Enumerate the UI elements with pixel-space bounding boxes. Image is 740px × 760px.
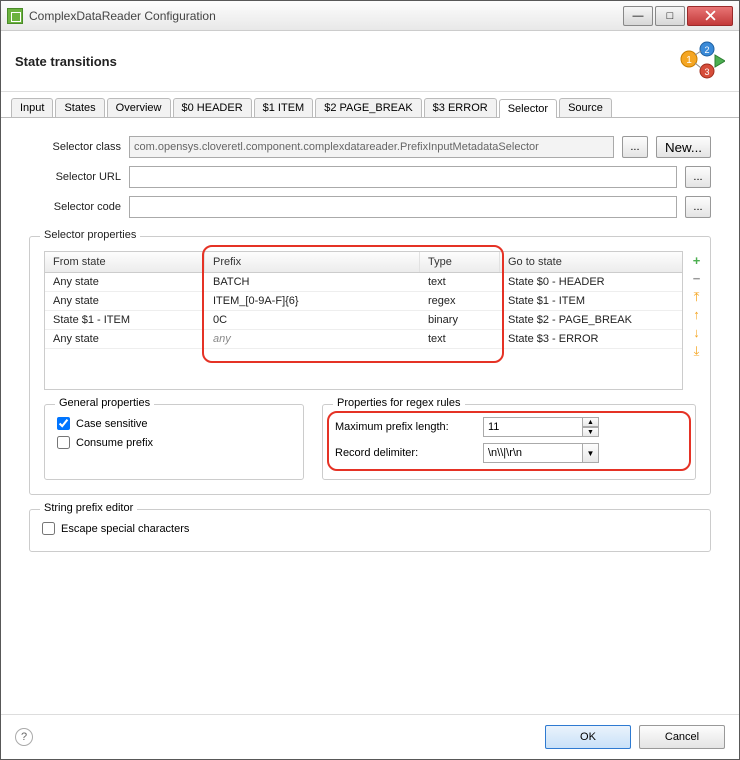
tab-3-error[interactable]: $3 ERROR [424, 98, 497, 117]
window-title: ComplexDataReader Configuration [29, 9, 621, 23]
table-side-toolbar: + − ⤒ ↑ ↓ ⤓ [689, 251, 704, 390]
col-goto-state[interactable]: Go to state [500, 252, 682, 272]
move-up-icon[interactable]: ↑ [689, 307, 704, 322]
cancel-button[interactable]: Cancel [639, 725, 725, 749]
header: State transitions 1 2 3 [1, 31, 739, 92]
general-properties-title: General properties [55, 397, 154, 409]
tab-source[interactable]: Source [559, 98, 612, 117]
minimize-button[interactable]: — [623, 6, 653, 26]
selector-properties-group: Selector properties From state Prefix Ty… [29, 236, 711, 495]
selector-class-browse-button[interactable]: ... [622, 136, 648, 158]
string-prefix-editor-title: String prefix editor [40, 502, 137, 514]
table-row[interactable]: Any state ITEM_[0-9A-F]{6} regex State $… [45, 292, 682, 311]
max-prefix-length-label: Maximum prefix length: [335, 421, 475, 433]
tabstrip: Input States Overview $0 HEADER $1 ITEM … [1, 92, 739, 118]
selector-properties-title: Selector properties [40, 229, 140, 241]
svg-text:2: 2 [704, 45, 709, 55]
window-buttons: — □ [621, 6, 733, 26]
svg-text:3: 3 [704, 67, 709, 77]
maximize-button[interactable]: □ [655, 6, 685, 26]
remove-row-icon[interactable]: − [689, 271, 704, 286]
help-button[interactable]: ? [15, 728, 33, 746]
consume-prefix-input[interactable] [57, 436, 70, 449]
record-delimiter-dropdown-icon[interactable]: ▼ [583, 443, 599, 463]
footer: ? OK Cancel [1, 714, 739, 759]
record-delimiter-label: Record delimiter: [335, 447, 475, 459]
col-prefix[interactable]: Prefix [205, 252, 420, 272]
table-row[interactable]: State $1 - ITEM 0C binary State $2 - PAG… [45, 311, 682, 330]
selector-code-input[interactable] [129, 196, 677, 218]
svg-text:1: 1 [686, 55, 692, 66]
tab-selector[interactable]: Selector [499, 99, 557, 118]
spinner-up-icon[interactable]: ▲ [583, 417, 599, 427]
spinner-down-icon[interactable]: ▼ [583, 427, 599, 437]
table-row[interactable]: Any state BATCH text State $0 - HEADER [45, 273, 682, 292]
close-button[interactable] [687, 6, 733, 26]
page-title: State transitions [15, 54, 117, 69]
tab-1-item[interactable]: $1 ITEM [254, 98, 314, 117]
titlebar: ComplexDataReader Configuration — □ [1, 1, 739, 31]
tab-2-page-break[interactable]: $2 PAGE_BREAK [315, 98, 421, 117]
general-properties-group: General properties Case sensitive Consum… [44, 404, 304, 480]
move-down-icon[interactable]: ↓ [689, 325, 704, 340]
max-prefix-length-input[interactable] [483, 417, 583, 437]
escape-special-chars-checkbox[interactable]: Escape special characters [42, 522, 698, 535]
tab-states[interactable]: States [55, 98, 104, 117]
app-icon [7, 8, 23, 24]
selector-url-label: Selector URL [29, 171, 121, 183]
content-area: Selector class ... New... Selector URL .… [1, 118, 739, 714]
consume-prefix-checkbox[interactable]: Consume prefix [57, 436, 291, 449]
col-type[interactable]: Type [420, 252, 500, 272]
record-delimiter-input[interactable] [483, 443, 583, 463]
string-prefix-editor-group: String prefix editor Escape special char… [29, 509, 711, 552]
move-bottom-icon[interactable]: ⤓ [689, 343, 704, 358]
selector-url-input[interactable] [129, 166, 677, 188]
add-row-icon[interactable]: + [689, 253, 704, 268]
case-sensitive-input[interactable] [57, 417, 70, 430]
move-top-icon[interactable]: ⤒ [689, 289, 704, 304]
regex-properties-title: Properties for regex rules [333, 397, 465, 409]
selector-code-label: Selector code [29, 201, 121, 213]
regex-properties-group: Properties for regex rules Maximum prefi… [322, 404, 696, 480]
selector-properties-table: From state Prefix Type Go to state Any s… [44, 251, 683, 390]
new-button[interactable]: New... [656, 136, 711, 158]
ok-button[interactable]: OK [545, 725, 631, 749]
col-from-state[interactable]: From state [45, 252, 205, 272]
selector-code-browse-button[interactable]: ... [685, 196, 711, 218]
state-transitions-icon: 1 2 3 [679, 41, 725, 81]
dialog-window: ComplexDataReader Configuration — □ Stat… [0, 0, 740, 760]
tab-input[interactable]: Input [11, 98, 53, 117]
tab-overview[interactable]: Overview [107, 98, 171, 117]
table-row[interactable]: Any state any text State $3 - ERROR [45, 330, 682, 349]
escape-special-chars-input[interactable] [42, 522, 55, 535]
case-sensitive-checkbox[interactable]: Case sensitive [57, 417, 291, 430]
selector-url-browse-button[interactable]: ... [685, 166, 711, 188]
selector-class-label: Selector class [29, 141, 121, 153]
tab-0-header[interactable]: $0 HEADER [173, 98, 252, 117]
selector-class-input[interactable] [129, 136, 614, 158]
